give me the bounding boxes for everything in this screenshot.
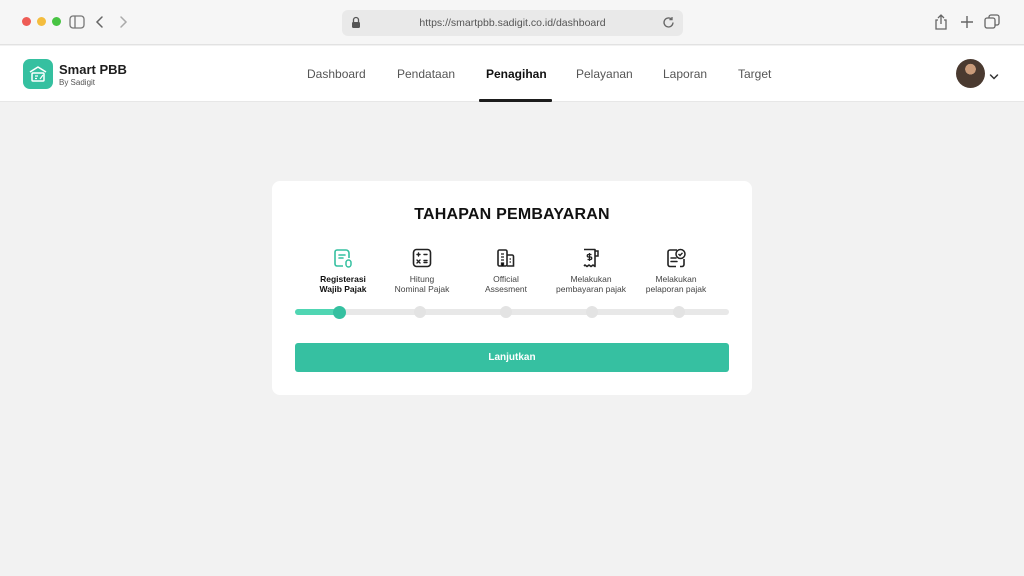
app-header: Smart PBB By Sadigit Dashboard Pendataan… — [0, 46, 1024, 102]
receipt-icon — [580, 247, 602, 269]
nav-item-laporan[interactable]: Laporan — [663, 67, 707, 81]
building-icon — [495, 247, 517, 269]
step-dot-3[interactable] — [500, 306, 512, 318]
chevron-down-icon[interactable] — [989, 68, 999, 86]
forward-icon[interactable] — [114, 13, 132, 31]
address-bar[interactable]: https://smartpbb.sadigit.co.id/dashboard — [342, 10, 683, 36]
close-window-button[interactable] — [22, 17, 31, 26]
browser-toolbar: https://smartpbb.sadigit.co.id/dashboard — [0, 0, 1024, 45]
user-avatar[interactable] — [956, 59, 985, 88]
maximize-window-button[interactable] — [52, 17, 61, 26]
registration-doc-icon — [332, 247, 354, 269]
nav-item-pelayanan[interactable]: Pelayanan — [576, 67, 633, 81]
nav-item-dashboard[interactable]: Dashboard — [307, 67, 366, 81]
step-progress-bar — [295, 305, 729, 319]
brand-subtitle: By Sadigit — [59, 78, 96, 87]
reload-icon[interactable] — [662, 16, 675, 34]
window-controls — [22, 17, 61, 26]
report-check-icon — [665, 247, 687, 269]
minimize-window-button[interactable] — [37, 17, 46, 26]
nav-item-penagihan[interactable]: Penagihan — [486, 67, 547, 81]
smart-pbb-logo-icon[interactable] — [23, 59, 53, 89]
payment-steps-card: TAHAPAN PEMBAYARAN Registerasi Wajib Paj… — [272, 181, 752, 395]
sidebar-toggle-icon[interactable] — [68, 13, 86, 31]
url-text: https://smartpbb.sadigit.co.id/dashboard — [419, 17, 606, 29]
nav-item-target[interactable]: Target — [738, 67, 771, 81]
nav-item-pendataan[interactable]: Pendataan — [397, 67, 455, 81]
step-dot-1[interactable] — [332, 305, 346, 319]
step-dot-2[interactable] — [414, 306, 426, 318]
step-pelaporan[interactable]: Melakukan pelaporan pajak — [626, 247, 726, 294]
step-dot-5[interactable] — [673, 306, 685, 318]
step-label: Melakukan pelaporan pajak — [645, 274, 707, 294]
tab-overview-icon[interactable] — [983, 13, 1001, 31]
back-icon[interactable] — [91, 13, 109, 31]
step-dot-4[interactable] — [586, 306, 598, 318]
continue-button[interactable]: Lanjutkan — [295, 343, 729, 372]
calculator-icon — [411, 247, 433, 269]
new-tab-icon[interactable] — [958, 13, 976, 31]
active-tab-indicator — [479, 99, 552, 102]
brand-name: Smart PBB — [59, 62, 127, 77]
card-title: TAHAPAN PEMBAYARAN — [414, 206, 610, 223]
share-icon[interactable] — [932, 13, 950, 31]
